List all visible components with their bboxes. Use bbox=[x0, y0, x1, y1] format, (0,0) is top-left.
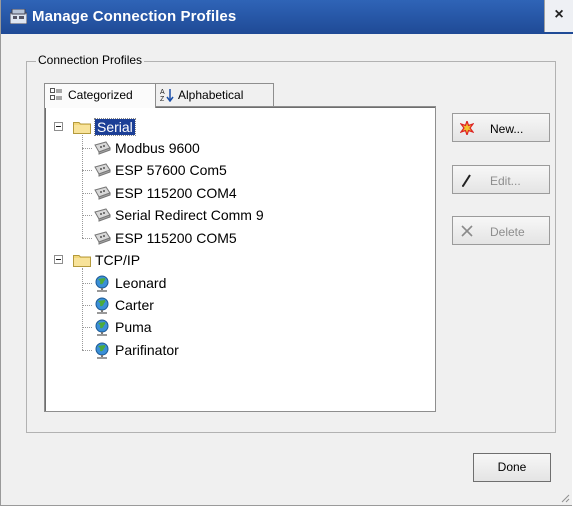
serial-connection-icon bbox=[94, 163, 111, 177]
folder-icon bbox=[73, 122, 91, 134]
tree-item[interactable]: ESP 115200 COM4 bbox=[92, 183, 292, 203]
tree-category-label: Serial bbox=[94, 118, 136, 136]
tree-category-tcpip[interactable]: TCP/IP bbox=[51, 250, 171, 270]
tree-connector bbox=[82, 305, 92, 306]
new-button[interactable]: New... bbox=[452, 113, 550, 142]
tab-alphabetical[interactable]: A Z Alphabetical bbox=[155, 83, 274, 106]
tree-item[interactable]: Modbus 9600 bbox=[92, 138, 292, 158]
tree-item-label: Parifinator bbox=[115, 342, 179, 358]
group-title: Connection Profiles bbox=[36, 53, 145, 67]
done-button[interactable]: Done bbox=[473, 453, 551, 482]
tree-connector bbox=[82, 268, 83, 350]
tree-item[interactable]: Serial Redirect Comm 9 bbox=[92, 205, 312, 225]
tree-item-label: Modbus 9600 bbox=[115, 140, 200, 156]
edit-button[interactable]: Edit... bbox=[452, 165, 550, 194]
serial-connection-icon bbox=[94, 231, 111, 245]
serial-connection-icon bbox=[94, 141, 111, 155]
new-starburst-icon bbox=[460, 121, 474, 135]
tab-categorized[interactable]: Categorized bbox=[44, 83, 156, 108]
network-globe-icon bbox=[95, 275, 109, 292]
tree-item[interactable]: Parifinator bbox=[92, 340, 292, 360]
delete-button[interactable]: Delete bbox=[452, 216, 550, 245]
tree-item[interactable]: ESP 115200 COM5 bbox=[92, 228, 292, 248]
collapse-toggle-icon[interactable] bbox=[54, 255, 63, 264]
network-globe-icon bbox=[95, 342, 109, 359]
folder-icon bbox=[73, 255, 91, 267]
delete-x-icon bbox=[461, 225, 473, 237]
manage-connection-profiles-dialog: Manage Connection Profiles × Connection … bbox=[0, 0, 573, 506]
tab-categorized-label: Categorized bbox=[68, 88, 133, 102]
tree-connector bbox=[82, 238, 92, 239]
svg-text:A: A bbox=[160, 89, 165, 96]
pencil-icon bbox=[462, 174, 471, 187]
window-title: Manage Connection Profiles bbox=[32, 8, 237, 25]
edit-button-label: Edit... bbox=[490, 174, 521, 188]
tree-connector bbox=[82, 350, 92, 351]
sort-az-icon: A Z bbox=[160, 89, 174, 102]
tree-item-label: ESP 57600 Com5 bbox=[115, 162, 227, 178]
new-button-label: New... bbox=[490, 122, 524, 136]
tree-item-label: Leonard bbox=[115, 275, 167, 291]
serial-connection-icon bbox=[94, 186, 111, 200]
tree-connector bbox=[82, 215, 92, 216]
serial-connection-icon bbox=[94, 208, 111, 222]
tree-connector bbox=[82, 283, 92, 284]
tree-item-label: ESP 115200 COM4 bbox=[115, 185, 237, 201]
tree-connector bbox=[82, 127, 83, 238]
categorized-icon bbox=[50, 88, 62, 100]
close-button[interactable]: × bbox=[544, 0, 573, 32]
app-icon bbox=[10, 9, 27, 24]
network-globe-icon bbox=[95, 319, 109, 336]
tree-item-label: Carter bbox=[115, 297, 154, 313]
tree-item-label: ESP 115200 COM5 bbox=[115, 230, 237, 246]
svg-text:Z: Z bbox=[160, 96, 165, 102]
tree-item[interactable]: ESP 57600 Com5 bbox=[92, 160, 292, 180]
collapse-toggle-icon[interactable] bbox=[54, 122, 63, 131]
profiles-tree[interactable]: Serial Modbus 9600 ESP 57600 Com5 ESP 11… bbox=[44, 106, 436, 412]
tree-category-serial[interactable]: Serial bbox=[51, 117, 171, 137]
tree-category-label: TCP/IP bbox=[95, 252, 141, 268]
tree-connector bbox=[82, 193, 92, 194]
tree-connector bbox=[82, 327, 92, 328]
tree-item-label: Serial Redirect Comm 9 bbox=[115, 207, 264, 223]
tree-connector bbox=[82, 170, 92, 171]
resize-grip-icon[interactable] bbox=[560, 493, 570, 503]
tree-item-label: Puma bbox=[115, 319, 152, 335]
tree-item[interactable]: Puma bbox=[92, 317, 292, 337]
tab-alphabetical-label: Alphabetical bbox=[178, 88, 244, 102]
title-bar[interactable]: Manage Connection Profiles × bbox=[1, 0, 573, 34]
tree-item[interactable]: Leonard bbox=[92, 273, 292, 293]
tree-connector bbox=[82, 148, 92, 149]
tree-item[interactable]: Carter bbox=[92, 295, 292, 315]
network-globe-icon bbox=[95, 297, 109, 314]
delete-button-label: Delete bbox=[490, 225, 525, 239]
